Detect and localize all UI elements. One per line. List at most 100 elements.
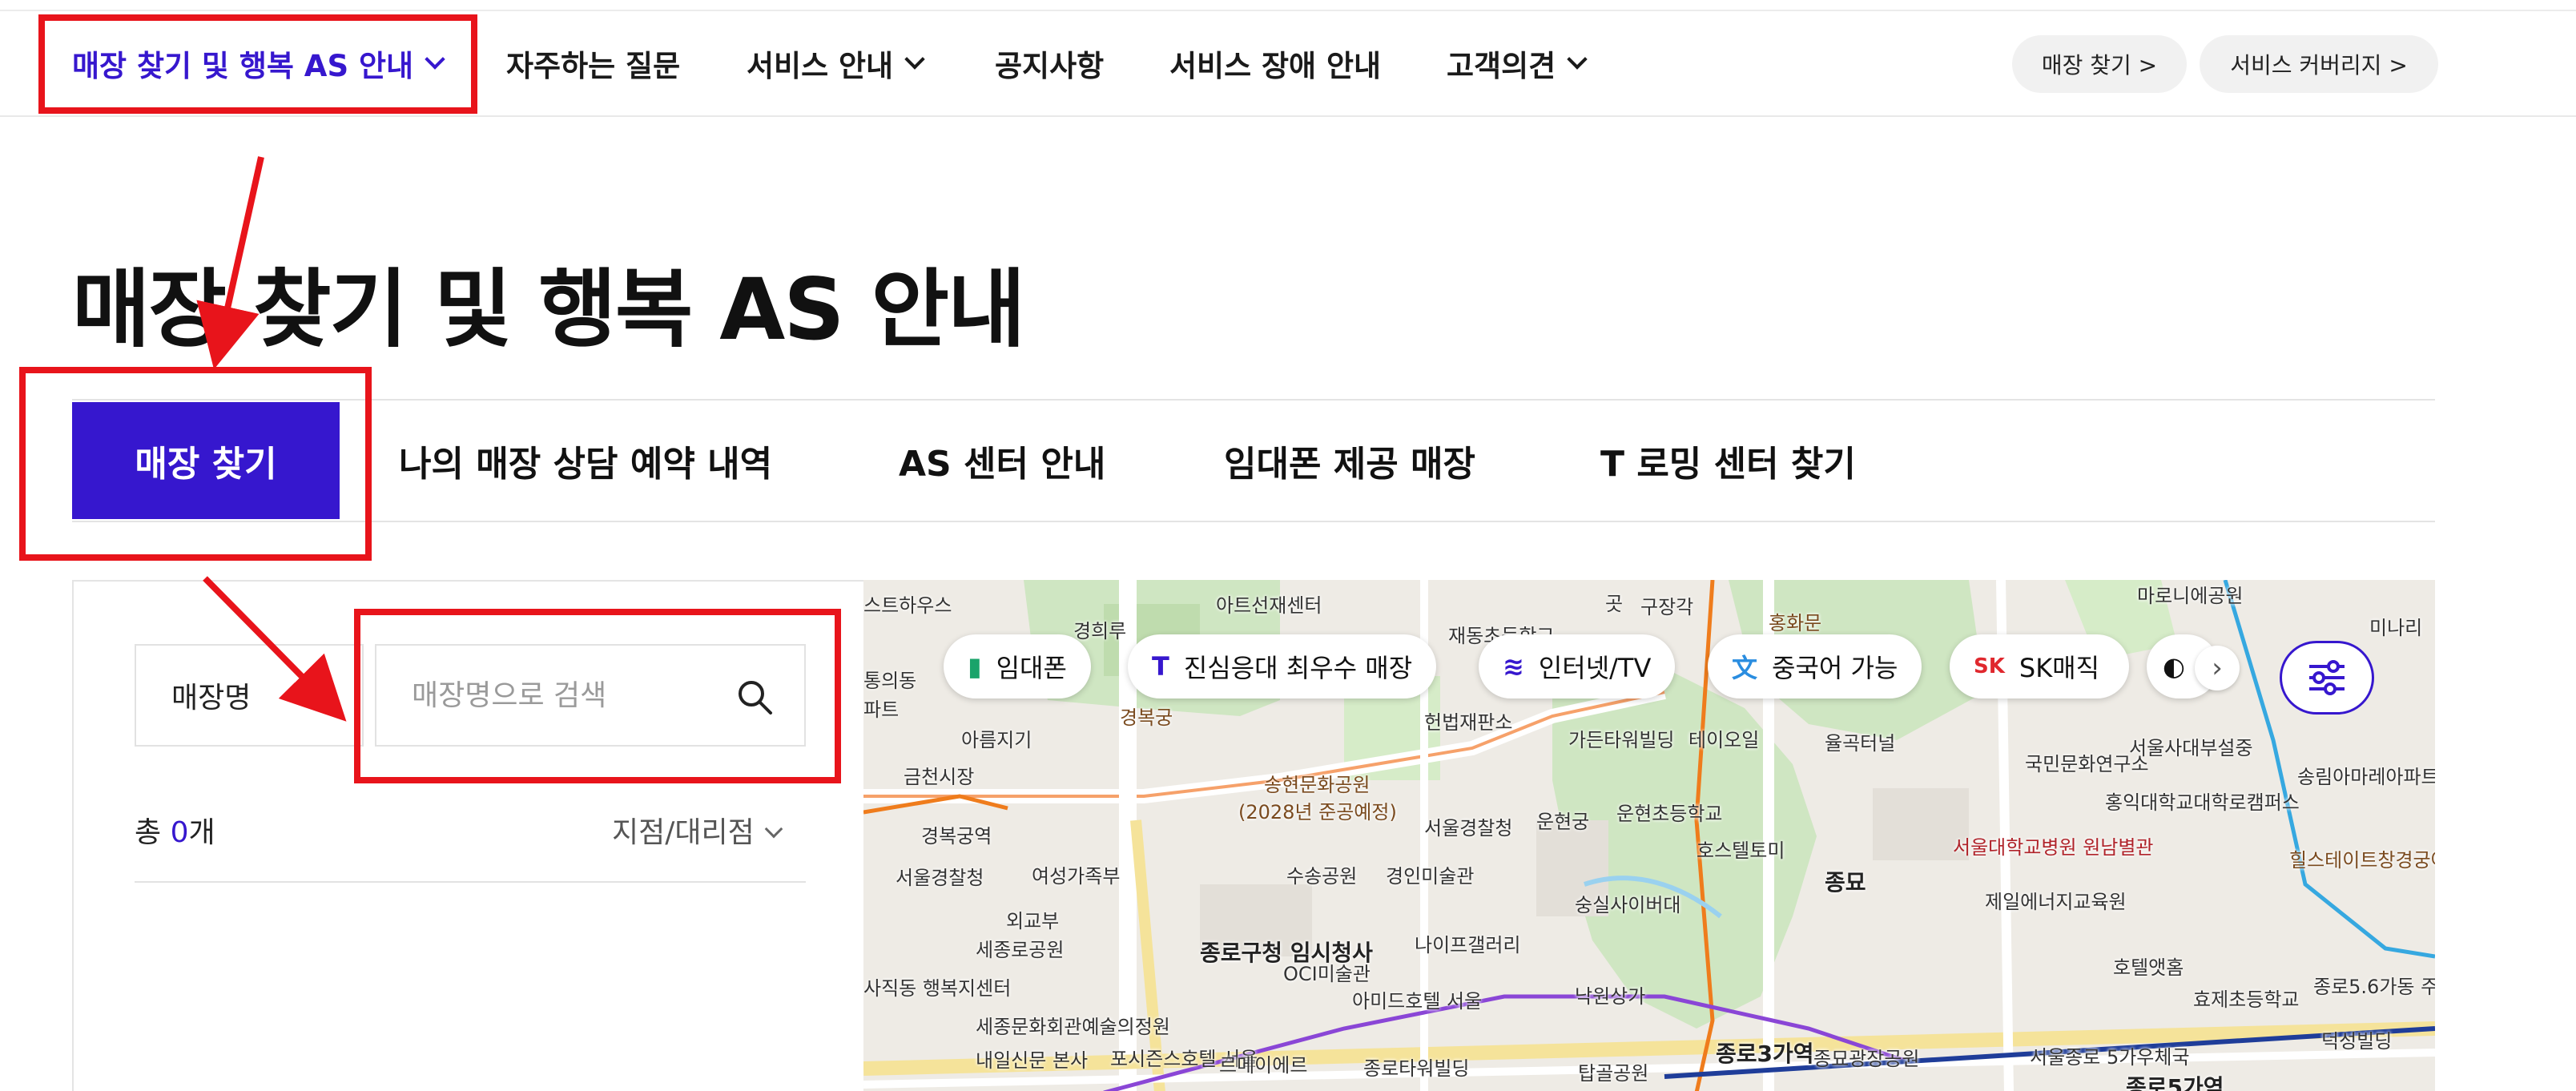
map-label: 경복궁역 bbox=[921, 825, 992, 847]
search-input[interactable] bbox=[412, 678, 716, 712]
map-label: 세종로공원 bbox=[976, 939, 1065, 961]
map-label: 종로5.6가동 주민센터 bbox=[2313, 976, 2435, 998]
nav-item-faq[interactable]: 자주하는 질문 bbox=[506, 37, 680, 90]
nav-item-label: 공지사항 bbox=[995, 49, 1105, 83]
sk-logo-icon: SK bbox=[1974, 654, 2005, 678]
router-icon: ≋ bbox=[1503, 651, 1524, 682]
nav-item-customer-opinion[interactable]: 고객의견 bbox=[1447, 37, 1588, 90]
map-label: 외교부 bbox=[1006, 910, 1060, 932]
result-count-prefix: 총 bbox=[135, 816, 171, 849]
chevron-down-icon bbox=[904, 49, 925, 70]
map-label: 금천시장 bbox=[904, 766, 975, 788]
map-label: 종로타워빌딩 bbox=[1363, 1057, 1470, 1080]
map-label: 종로3가역 bbox=[1716, 1041, 1814, 1067]
map-label: 내일신문 본사 bbox=[976, 1049, 1089, 1072]
tab-store-finder[interactable]: 매장 찾기 bbox=[72, 402, 340, 519]
map-label: OCI미술관 bbox=[1283, 963, 1371, 985]
result-count-number: 0 bbox=[170, 816, 189, 849]
map-label: 서울사대부설중 bbox=[2129, 737, 2253, 759]
map-label: 힐스테이트창경궁아파트 bbox=[2289, 849, 2435, 872]
map-label: 르메이에르 bbox=[1219, 1054, 1308, 1077]
search-type-value: 매장명 bbox=[171, 682, 252, 715]
map-chip-sk-magic[interactable]: SK SK매직 bbox=[1950, 634, 2129, 698]
map-label: 홍익대학교대학로캠퍼스 bbox=[2105, 791, 2300, 814]
map-chip-rental-phone[interactable]: ▮ 임대폰 bbox=[944, 634, 1091, 698]
map-chip-best-service[interactable]: T 진심응대 최우수 매장 bbox=[1128, 634, 1437, 698]
map-label: 종묘광장공원 bbox=[1813, 1048, 1920, 1070]
map-label: 아미드호텔 서울 bbox=[1352, 990, 1483, 1012]
nav-item-service-guide[interactable]: 서비스 안내 bbox=[747, 37, 925, 90]
tab-roaming-center[interactable]: T 로밍 센터 찾기 bbox=[1600, 402, 1856, 519]
search-field[interactable] bbox=[375, 644, 806, 747]
page: 매장 찾기 및 행복 AS 안내 자주하는 질문 서비스 안내 공지사항 서비스… bbox=[0, 0, 2576, 1091]
chevron-down-icon bbox=[425, 49, 445, 70]
tabs-divider-bottom bbox=[72, 521, 2435, 522]
map-label: 송현문화공원 bbox=[1264, 774, 1371, 796]
tab-as-center[interactable]: AS 센터 안내 bbox=[899, 402, 1105, 519]
map-label: 스트하우스 bbox=[863, 594, 952, 617]
sliders-icon bbox=[2309, 660, 2345, 695]
map-label: 경희루 bbox=[1073, 620, 1127, 642]
map-label: 제일에너지교육원 bbox=[1985, 891, 2127, 913]
map-label: 사직동 행복지센터 bbox=[863, 977, 1012, 1000]
chinese-char-icon: 文 bbox=[1732, 653, 1758, 683]
map-label: 낙원상가 bbox=[1575, 985, 1646, 1008]
nav-item-label: 매장 찾기 및 행복 AS 안내 bbox=[72, 49, 414, 83]
nav-item-store-finder[interactable]: 매장 찾기 및 행복 AS 안내 bbox=[72, 37, 445, 90]
map-chip-internet-tv[interactable]: ≋ 인터넷/TV bbox=[1479, 634, 1676, 698]
search-type-select[interactable]: 매장명 bbox=[135, 644, 364, 747]
service-coverage-pill[interactable]: 서비스 커버리지 > bbox=[2200, 35, 2438, 93]
top-navigation: 매장 찾기 및 행복 AS 안내 자주하는 질문 서비스 안내 공지사항 서비스… bbox=[0, 0, 2576, 117]
map-label: 경복궁 bbox=[1120, 707, 1173, 729]
map-label: 아트선재센터 bbox=[1216, 594, 1322, 617]
t-logo-icon: T bbox=[1152, 651, 1169, 682]
top-divider bbox=[0, 0, 2576, 11]
map-label: 율곡터널 bbox=[1825, 732, 1896, 755]
chips-next-button[interactable]: › bbox=[2195, 646, 2240, 690]
chevron-down-icon bbox=[316, 682, 336, 703]
page-title: 매장 찾기 및 행복 AS 안내 bbox=[72, 260, 1026, 359]
map-label: 송림아마레아파트 bbox=[2297, 766, 2435, 788]
nav-item-outage[interactable]: 서비스 장애 안내 bbox=[1169, 37, 1381, 90]
map-label: 통의동 bbox=[863, 670, 917, 692]
chevron-down-icon bbox=[764, 819, 783, 839]
map-filter-button[interactable] bbox=[2280, 641, 2374, 715]
store-finder-pill[interactable]: 매장 찾기 > bbox=[2012, 35, 2187, 93]
map-label: 탑골공원 bbox=[1578, 1062, 1649, 1085]
map-label: 수송공원 bbox=[1286, 865, 1358, 888]
map-label: 운현초등학교 bbox=[1616, 803, 1723, 825]
chip-label: 중국어 가능 bbox=[1772, 653, 1898, 683]
map-chip-chinese[interactable]: 文 중국어 가능 bbox=[1708, 634, 1922, 698]
map-label: (2028년 준공예정) bbox=[1238, 801, 1397, 823]
map-label: 마로니에공원 bbox=[2137, 585, 2244, 607]
tab-rental-phone-stores[interactable]: 임대폰 제공 매장 bbox=[1224, 402, 1475, 519]
map-label: 가든타워빌딩 bbox=[1568, 729, 1675, 751]
tab-my-reservations[interactable]: 나의 매장 상담 예약 내역 bbox=[399, 402, 772, 519]
map-label: 미나리 bbox=[2369, 617, 2423, 639]
map-label: 아름지기 bbox=[961, 729, 1032, 751]
store-type-filter-value: 지점/대리점 bbox=[612, 816, 755, 849]
map-label: 서울경찰청 bbox=[1424, 817, 1513, 839]
map-label: 테이오일 bbox=[1688, 729, 1760, 751]
chip-label: 진심응대 최우수 매장 bbox=[1183, 653, 1413, 683]
map-label: 호텔앳홈 bbox=[2113, 956, 2184, 979]
map-label: 운현궁 bbox=[1536, 811, 1590, 833]
chevron-right-icon: › bbox=[2212, 652, 2223, 684]
map-label: 구장각 bbox=[1640, 596, 1694, 618]
nav-item-notice[interactable]: 공지사항 bbox=[995, 37, 1104, 90]
map-label: 여성가족부 bbox=[1032, 865, 1121, 888]
map-label: 효제초등학교 bbox=[2193, 988, 2300, 1011]
search-icon[interactable] bbox=[735, 678, 774, 716]
chevron-down-icon bbox=[1567, 49, 1588, 70]
nav-item-label: 서비스 안내 bbox=[747, 49, 894, 83]
map-label: 서울종로 5가우체국 bbox=[2030, 1046, 2190, 1069]
result-count: 총 0개 bbox=[135, 809, 215, 851]
map-label: 세종문화회관예술의정원 bbox=[976, 1016, 1170, 1038]
chip-label: SK매직 bbox=[2019, 653, 2100, 683]
tabs-divider-top bbox=[72, 399, 2435, 401]
map-label: 나이프갤러리 bbox=[1415, 934, 1521, 956]
store-type-filter[interactable]: 지점/대리점 bbox=[612, 809, 783, 851]
map-label: 서울대학교병원 원남별관 bbox=[1953, 836, 2154, 859]
map-label: 종로5가역 bbox=[2126, 1074, 2224, 1091]
map-label: 호스텔토미 bbox=[1697, 839, 1785, 862]
